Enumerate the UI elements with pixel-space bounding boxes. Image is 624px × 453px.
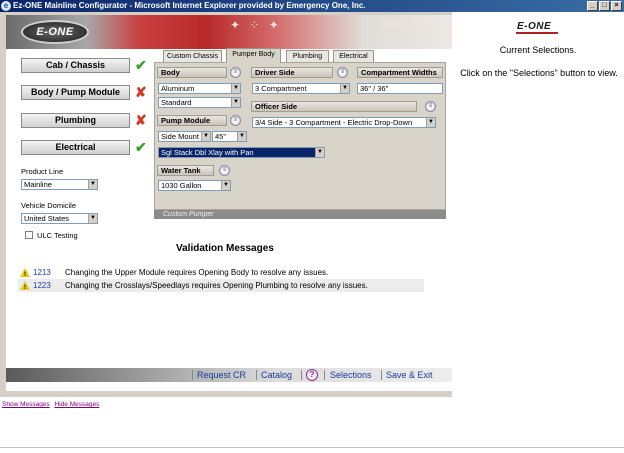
chevron-down-icon: ▼ — [315, 148, 324, 157]
water-tank-value: 1030 Gallon — [161, 181, 202, 190]
product-line-value: Mainline — [24, 180, 52, 189]
ulc-testing-label: ULC Testing — [37, 231, 78, 240]
electrical-button[interactable]: Electrical — [21, 140, 130, 155]
crosslay-value: Sgl Stack Dbl Xlay with Pan — [161, 148, 254, 157]
chevron-down-icon: ▼ — [237, 132, 246, 141]
window-titlebar: e Ez-ONE Mainline Configurator - Microso… — [0, 0, 624, 12]
panel-footer: Custom Pumper — [154, 210, 446, 219]
crosslay-select[interactable]: Sgl Stack Dbl Xlay with Pan ▼ — [158, 147, 325, 158]
water-tank-header: Water Tank — [157, 165, 214, 176]
officer-side-value: 3/4 Side - 3 Compartment - Electric Drop… — [255, 118, 413, 127]
validation-message: ! 1223 Changing the Crosslays/Speedlays … — [18, 279, 424, 292]
validation-text: Changing the Upper Module requires Openi… — [65, 268, 329, 277]
version-label: version 1.2.0.05 — [380, 21, 430, 28]
pump-mount-value: Side Mount — [161, 132, 199, 141]
toolbar-divider — [256, 370, 257, 380]
body-style-value: Standard — [161, 98, 192, 107]
selections-instruction: Click on the "Selections" button to view… — [460, 68, 618, 78]
validation-code-link[interactable]: 1213 — [33, 266, 51, 279]
driver-side-info-icon[interactable]: ≡ — [337, 67, 348, 78]
compartment-widths-header: Compartment Widths — [357, 67, 443, 78]
minimize-button[interactable]: _ — [587, 1, 598, 11]
body-material-value: Aluminum — [161, 84, 195, 93]
validation-code-link[interactable]: 1223 — [33, 279, 51, 292]
banner-decoration: ✦ ⁘ ✦ — [230, 18, 282, 32]
cab-chassis-check-icon: ✔ — [135, 57, 147, 73]
electrical-check-icon: ✔ — [135, 139, 147, 155]
body-pump-module-button[interactable]: Body / Pump Module — [21, 85, 130, 100]
hide-messages-link[interactable]: Hide Messages — [55, 401, 100, 408]
water-tank-select[interactable]: 1030 Gallon ▼ — [158, 180, 231, 191]
chevron-down-icon: ▼ — [231, 84, 240, 93]
cab-chassis-button[interactable]: Cab / Chassis — [21, 58, 130, 73]
eone-logo: E-ONE — [21, 20, 89, 44]
vehicle-domicile-value: United States — [24, 214, 70, 223]
logo-underline — [516, 32, 558, 34]
catalog-button[interactable]: Catalog — [261, 368, 292, 382]
warning-icon: ! — [20, 268, 30, 278]
message-links: Show Messages Hide Messages — [2, 401, 102, 408]
officer-side-header: Officer Side — [251, 101, 417, 112]
water-tank-info-icon[interactable]: ≡ — [219, 165, 230, 176]
warning-icon: ! — [20, 281, 30, 291]
chevron-down-icon: ▼ — [201, 132, 210, 141]
validation-text: Changing the Crosslays/Speedlays require… — [65, 281, 368, 290]
toolbar-divider — [301, 370, 302, 380]
eone-small-logo: E-ONE — [517, 21, 552, 32]
product-line-select[interactable]: Mainline ▼ — [21, 179, 98, 190]
body-header: Body — [157, 67, 227, 78]
show-messages-link[interactable]: Show Messages — [2, 401, 50, 408]
window-controls: _ □ × — [587, 1, 622, 11]
toolbar-divider — [324, 370, 325, 380]
product-line-label: Product Line — [21, 167, 64, 176]
pump-module-header: Pump Module — [157, 115, 227, 126]
current-selections-title: Current Selections. — [499, 45, 577, 55]
chevron-down-icon: ▼ — [426, 118, 435, 127]
browser-window: e Ez-ONE Mainline Configurator - Microso… — [0, 0, 624, 453]
pump-size-value: 45" — [215, 132, 227, 141]
chevron-down-icon: ▼ — [340, 84, 349, 93]
chevron-down-icon: ▼ — [221, 181, 230, 190]
status-divider — [0, 447, 624, 448]
chevron-down-icon: ▼ — [88, 180, 97, 189]
maximize-button[interactable]: □ — [599, 1, 610, 11]
close-button[interactable]: × — [611, 1, 622, 11]
tab-pumper-body[interactable]: Pumper Body — [226, 48, 281, 63]
body-pump-module-x-icon: ✘ — [135, 84, 147, 100]
pump-mount-select[interactable]: Side Mount ▼ — [158, 131, 211, 142]
officer-side-select[interactable]: 3/4 Side - 3 Compartment - Electric Drop… — [252, 117, 436, 128]
help-icon[interactable]: ? — [306, 369, 318, 381]
toolbar-divider — [381, 370, 382, 380]
validation-message: ! 1213 Changing the Upper Module require… — [18, 266, 424, 279]
pump-module-info-icon[interactable]: ≡ — [230, 115, 241, 126]
compartment-widths-field[interactable]: 36" / 36" — [357, 83, 443, 94]
driver-side-select[interactable]: 3 Compartment ▼ — [252, 83, 350, 94]
window-title: Ez-ONE Mainline Configurator - Microsoft… — [13, 1, 366, 10]
selections-button[interactable]: Selections — [330, 368, 372, 382]
body-style-select[interactable]: Standard ▼ — [158, 97, 241, 108]
driver-side-header: Driver Side — [251, 67, 333, 78]
ie-logo-icon: e — [1, 1, 11, 11]
plumbing-x-icon: ✘ — [135, 112, 147, 128]
request-cr-button[interactable]: Request CR — [197, 368, 246, 382]
chevron-down-icon: ▼ — [88, 214, 97, 223]
plumbing-button[interactable]: Plumbing — [21, 113, 130, 128]
save-exit-button[interactable]: Save & Exit — [386, 368, 433, 382]
vehicle-domicile-label: Vehicle Domicile — [21, 201, 77, 210]
driver-side-value: 3 Compartment — [255, 84, 307, 93]
validation-title: Validation Messages — [176, 243, 274, 254]
body-info-icon[interactable]: ≡ — [230, 67, 241, 78]
vehicle-domicile-select[interactable]: United States ▼ — [21, 213, 98, 224]
body-material-select[interactable]: Aluminum ▼ — [158, 83, 241, 94]
toolbar-divider — [192, 370, 193, 380]
officer-side-info-icon[interactable]: ≡ — [425, 101, 436, 112]
ulc-testing-checkbox[interactable] — [25, 231, 33, 239]
chevron-down-icon: ▼ — [231, 98, 240, 107]
pump-size-select[interactable]: 45" ▼ — [212, 131, 247, 142]
